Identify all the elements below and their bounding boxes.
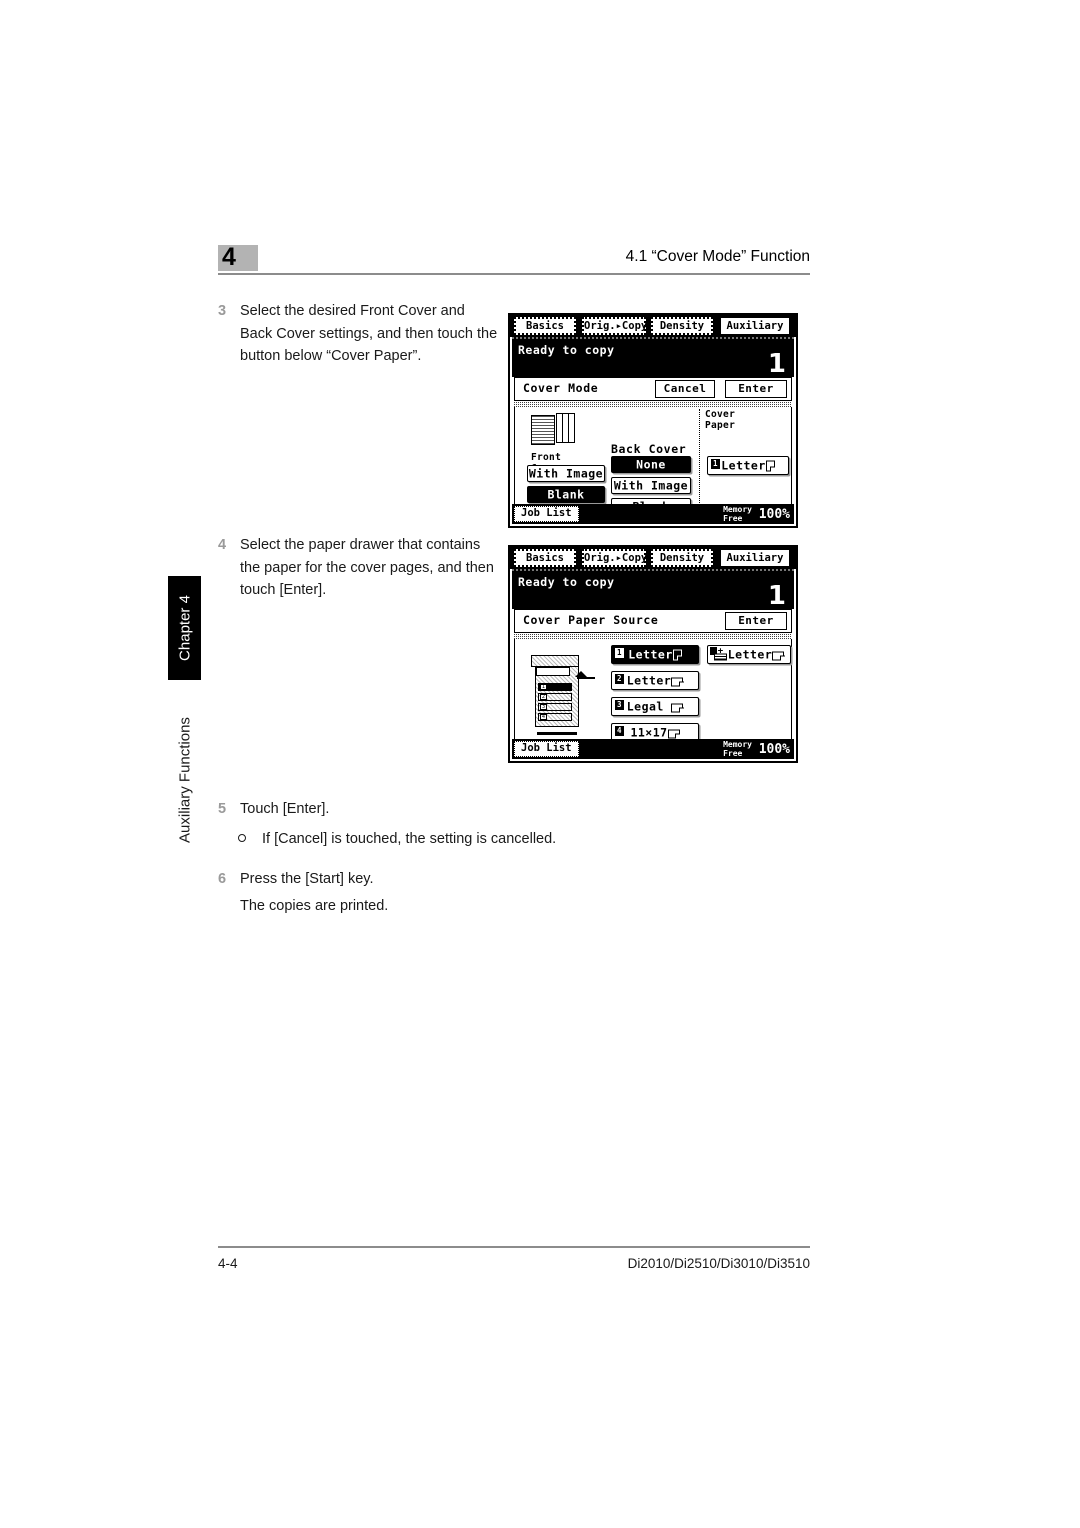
lcd2-mode-title: Cover Paper Source	[523, 613, 659, 627]
lcd1-status-text: Ready to copy	[518, 343, 615, 357]
lcd1-cancel-button[interactable]: Cancel	[655, 380, 715, 398]
bypass-tray-label: Letter	[727, 647, 773, 661]
lcd2-status-bar: Ready to copy 1	[512, 569, 794, 611]
paper-landscape-icon	[772, 651, 785, 661]
chapter-side-tab-label: Chapter 4	[176, 595, 193, 661]
back-cover-none-label: None	[636, 457, 666, 471]
step-6-text: Press the [Start] key.	[240, 871, 374, 887]
paper-landscape-icon	[671, 677, 684, 687]
footer-divider	[218, 1246, 810, 1248]
lcd2-mode-header: Cover Paper Source Enter	[514, 609, 792, 633]
lcd2-tab-density[interactable]: Density	[651, 549, 713, 567]
cover-paper-label: Cover Paper	[705, 409, 736, 431]
lcd2-job-list-button[interactable]: Job List	[514, 741, 579, 757]
lcd2-content: 1 2 3 4 1 Letter 2 Letter 3 Legal 4 11×1…	[514, 639, 792, 742]
footer-model-line: Di2010/Di2510/Di3010/Di3510	[627, 1256, 810, 1271]
lcd2-bottom-bar: Job List Memory Free 100%	[512, 739, 794, 759]
step-4-text: Select the paper drawer that contains th…	[240, 537, 494, 598]
bypass-tray-icon: +	[713, 647, 727, 660]
drawer-3-button[interactable]: 3 Legal	[611, 697, 699, 716]
lcd1-mode-header: Cover Mode Cancel Enter	[514, 377, 792, 401]
step-6-number: 6	[218, 871, 227, 887]
drawer-2-label: Letter	[626, 673, 672, 687]
drawer-3-label: Legal	[626, 699, 664, 713]
drawer-1-label: Letter	[628, 647, 673, 661]
cover-paper-source-button[interactable]: 1 Letter	[707, 456, 789, 475]
paper-portrait-icon	[765, 460, 776, 472]
lcd1-content: Front Cover Back Cover Cover Paper With …	[514, 407, 792, 515]
chapter-side-tab: Chapter 4	[168, 576, 201, 680]
cover-paper-size-label: Letter	[721, 458, 766, 472]
machine-drawer-4: 4	[538, 713, 572, 721]
lcd2-tab-row: Basics Orig.▸Copy Density Auxiliary	[510, 547, 796, 569]
cover-pages-icon	[531, 413, 579, 447]
paper-landscape-icon	[667, 729, 680, 739]
front-cover-blank-button[interactable]: Blank	[527, 486, 605, 503]
lcd2-enter-button[interactable]: Enter	[725, 612, 787, 630]
header-section-title: 4.1 “Cover Mode” Function	[625, 248, 810, 265]
chapter-side-name-label: Auxiliary Functions	[176, 717, 193, 843]
step-4-number: 4	[218, 537, 227, 553]
lcd1-status-bar: Ready to copy 1	[512, 337, 794, 379]
lcd2-memory-free-value: 100%	[758, 742, 790, 757]
step-5-note-text: If [Cancel] is touched, the setting is c…	[262, 831, 557, 847]
lcd1-bottom-bar: Job List Memory Free 100%	[512, 504, 794, 524]
bullet-circle-icon	[238, 834, 246, 842]
drawer-1-button[interactable]: 1 Letter	[611, 645, 699, 664]
drawer-4-label: 11×17	[630, 725, 668, 739]
lcd1-tab-auxiliary[interactable]: Auxiliary	[719, 316, 791, 336]
step-6-result-text: The copies are printed.	[240, 898, 389, 914]
lcd2-memory-free-label: Memory Free	[723, 740, 752, 758]
front-cover-with-image-button[interactable]: With Image	[527, 465, 605, 482]
chapter-side-name: Auxiliary Functions	[168, 690, 201, 870]
back-cover-label: Back Cover	[611, 442, 687, 456]
step-5-number: 5	[218, 801, 227, 817]
front-cover-blank-label: Blank	[547, 487, 585, 501]
lcd1-tab-density[interactable]: Density	[651, 317, 713, 335]
back-cover-with-image-label: With Image	[613, 478, 689, 492]
back-cover-with-image-button[interactable]: With Image	[611, 477, 691, 494]
step-3-number: 3	[218, 303, 227, 319]
lcd2-tab-auxiliary[interactable]: Auxiliary	[719, 548, 791, 568]
lcd1-tab-row: Basics Orig.▸Copy Density Auxiliary	[510, 315, 796, 337]
machine-drawer-1: 1	[538, 683, 572, 691]
page-header: 4 4.1 “Cover Mode” Function	[218, 243, 810, 279]
lcd1-job-list-button[interactable]: Job List	[514, 506, 579, 522]
lcd2-status-text: Ready to copy	[518, 575, 615, 589]
machine-drawer-2: 2	[538, 693, 572, 701]
lcd2-tab-orig-copy[interactable]: Orig.▸Copy	[582, 549, 647, 567]
paper-portrait-icon	[672, 649, 683, 661]
lcd1-tab-basics[interactable]: Basics	[514, 317, 576, 335]
footer-page-number: 4-4	[218, 1256, 238, 1271]
lcd2-copy-count: 1	[767, 581, 786, 611]
copier-machine-icon: 1 2 3 4	[529, 653, 595, 735]
chapter-number: 4	[222, 243, 236, 271]
lcd1-divider	[699, 409, 700, 505]
header-divider	[218, 273, 810, 275]
step-3-text: Select the desired Front Cover and Back …	[240, 303, 498, 364]
bypass-tray-button[interactable]: + Letter	[707, 645, 791, 664]
lcd1-enter-button[interactable]: Enter	[725, 380, 787, 398]
lcd1-memory-free-value: 100%	[758, 507, 790, 522]
lcd1-tab-orig-copy[interactable]: Orig.▸Copy	[582, 317, 647, 335]
lcd2-tab-basics[interactable]: Basics	[514, 549, 576, 567]
front-cover-with-image-label: With Image	[528, 466, 604, 480]
lcd1-copy-count: 1	[767, 349, 786, 379]
back-cover-none-button[interactable]: None	[611, 456, 691, 473]
lcd1-memory-free-label: Memory Free	[723, 505, 752, 523]
lcd-screenshot-cover-mode: Basics Orig.▸Copy Density Auxiliary Read…	[508, 313, 798, 528]
paper-landscape-icon	[671, 703, 684, 713]
lcd-screenshot-cover-paper-source: Basics Orig.▸Copy Density Auxiliary Read…	[508, 545, 798, 763]
drawer-2-button[interactable]: 2 Letter	[611, 671, 699, 690]
machine-drawer-3: 3	[538, 703, 572, 711]
lcd1-mode-title: Cover Mode	[523, 381, 599, 395]
step-5-text: Touch [Enter].	[240, 801, 330, 817]
